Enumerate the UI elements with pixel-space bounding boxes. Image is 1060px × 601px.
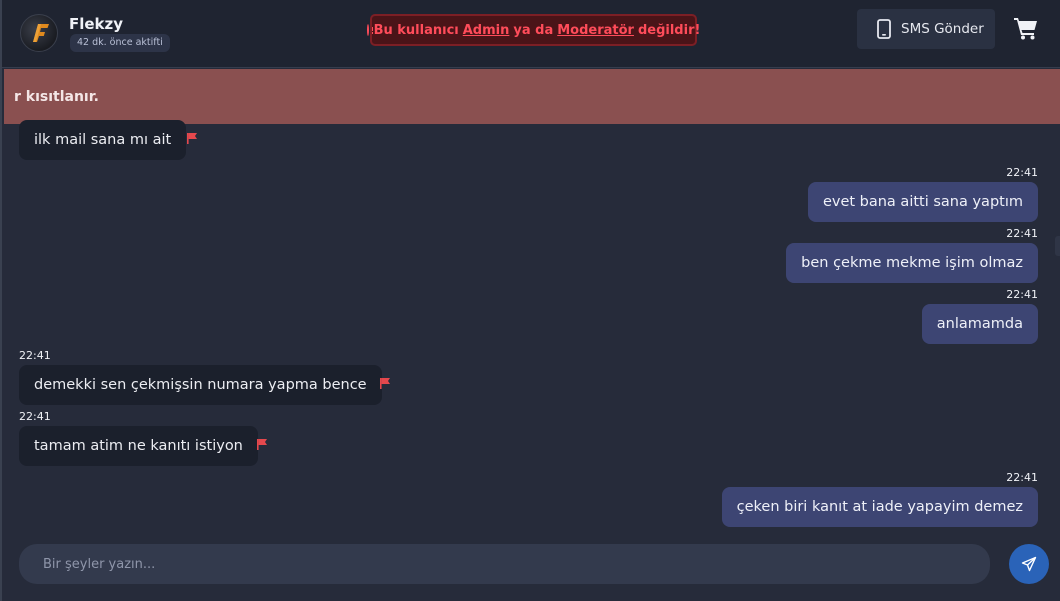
message-bubble-incoming: demekki sen çekmişsin numara yapma bence — [19, 365, 382, 405]
message-time: 22:41 — [1006, 166, 1038, 179]
send-button[interactable] — [1009, 544, 1049, 584]
message-bubble-outgoing: anlamamda — [921, 304, 1038, 344]
chat-window: Flekzy 42 dk. önce aktifti Bu kullanıcı … — [0, 0, 1060, 601]
phone-icon — [877, 19, 891, 39]
message-bubble-incoming: ilk mail sana mı ait — [19, 120, 187, 160]
sms-send-button[interactable]: SMS Gönder — [857, 9, 995, 49]
message-bubble-outgoing: ben çekme mekme işim olmaz — [786, 243, 1038, 283]
send-icon — [1021, 556, 1037, 572]
message-time: 22:41 — [1006, 471, 1038, 484]
chat-header: Flekzy 42 dk. önce aktifti Bu kullanıcı … — [2, 0, 1060, 68]
message-bubble-outgoing: evet bana aitti sana yaptım — [807, 182, 1038, 222]
restriction-banner: r kısıtlanır. — [4, 69, 1060, 124]
last-seen-badge: 42 dk. önce aktifti — [70, 34, 170, 52]
restriction-text: r kısıtlanır. — [14, 88, 99, 105]
alert-circle-icon — [366, 24, 374, 36]
cart-icon[interactable] — [1013, 15, 1039, 41]
message-time: 22:41 — [19, 349, 51, 362]
warning-prefix: Bu kullanıcı — [373, 22, 459, 38]
user-avatar-icon[interactable] — [20, 14, 58, 52]
message-list[interactable]: ilk mail sana mı ait 22:41 evet bana ait… — [2, 120, 1060, 536]
warning-middle: ya da — [513, 22, 554, 38]
warning-suffix: değildir! — [637, 22, 701, 38]
not-staff-warning: Bu kullanıcı Admin ya da Moderatör değil… — [366, 14, 701, 46]
flag-report-icon[interactable] — [379, 377, 391, 389]
user-name[interactable]: Flekzy — [69, 15, 123, 33]
moderator-link[interactable]: Moderatör — [557, 23, 634, 38]
message-time: 22:41 — [1006, 227, 1038, 240]
message-bubble-outgoing: çeken biri kanıt at iade yapayim demez — [721, 487, 1038, 527]
sms-send-label: SMS Gönder — [901, 21, 984, 37]
message-input[interactable] — [19, 544, 990, 584]
message-time: 22:41 — [1006, 288, 1038, 301]
scrollbar-handle[interactable] — [1055, 236, 1060, 256]
message-time: 22:41 — [19, 410, 51, 423]
message-bubble-incoming: tamam atim ne kanıtı istiyon — [19, 426, 258, 466]
flag-report-icon[interactable] — [186, 132, 198, 144]
flag-report-icon[interactable] — [256, 438, 268, 450]
admin-link[interactable]: Admin — [463, 23, 510, 38]
